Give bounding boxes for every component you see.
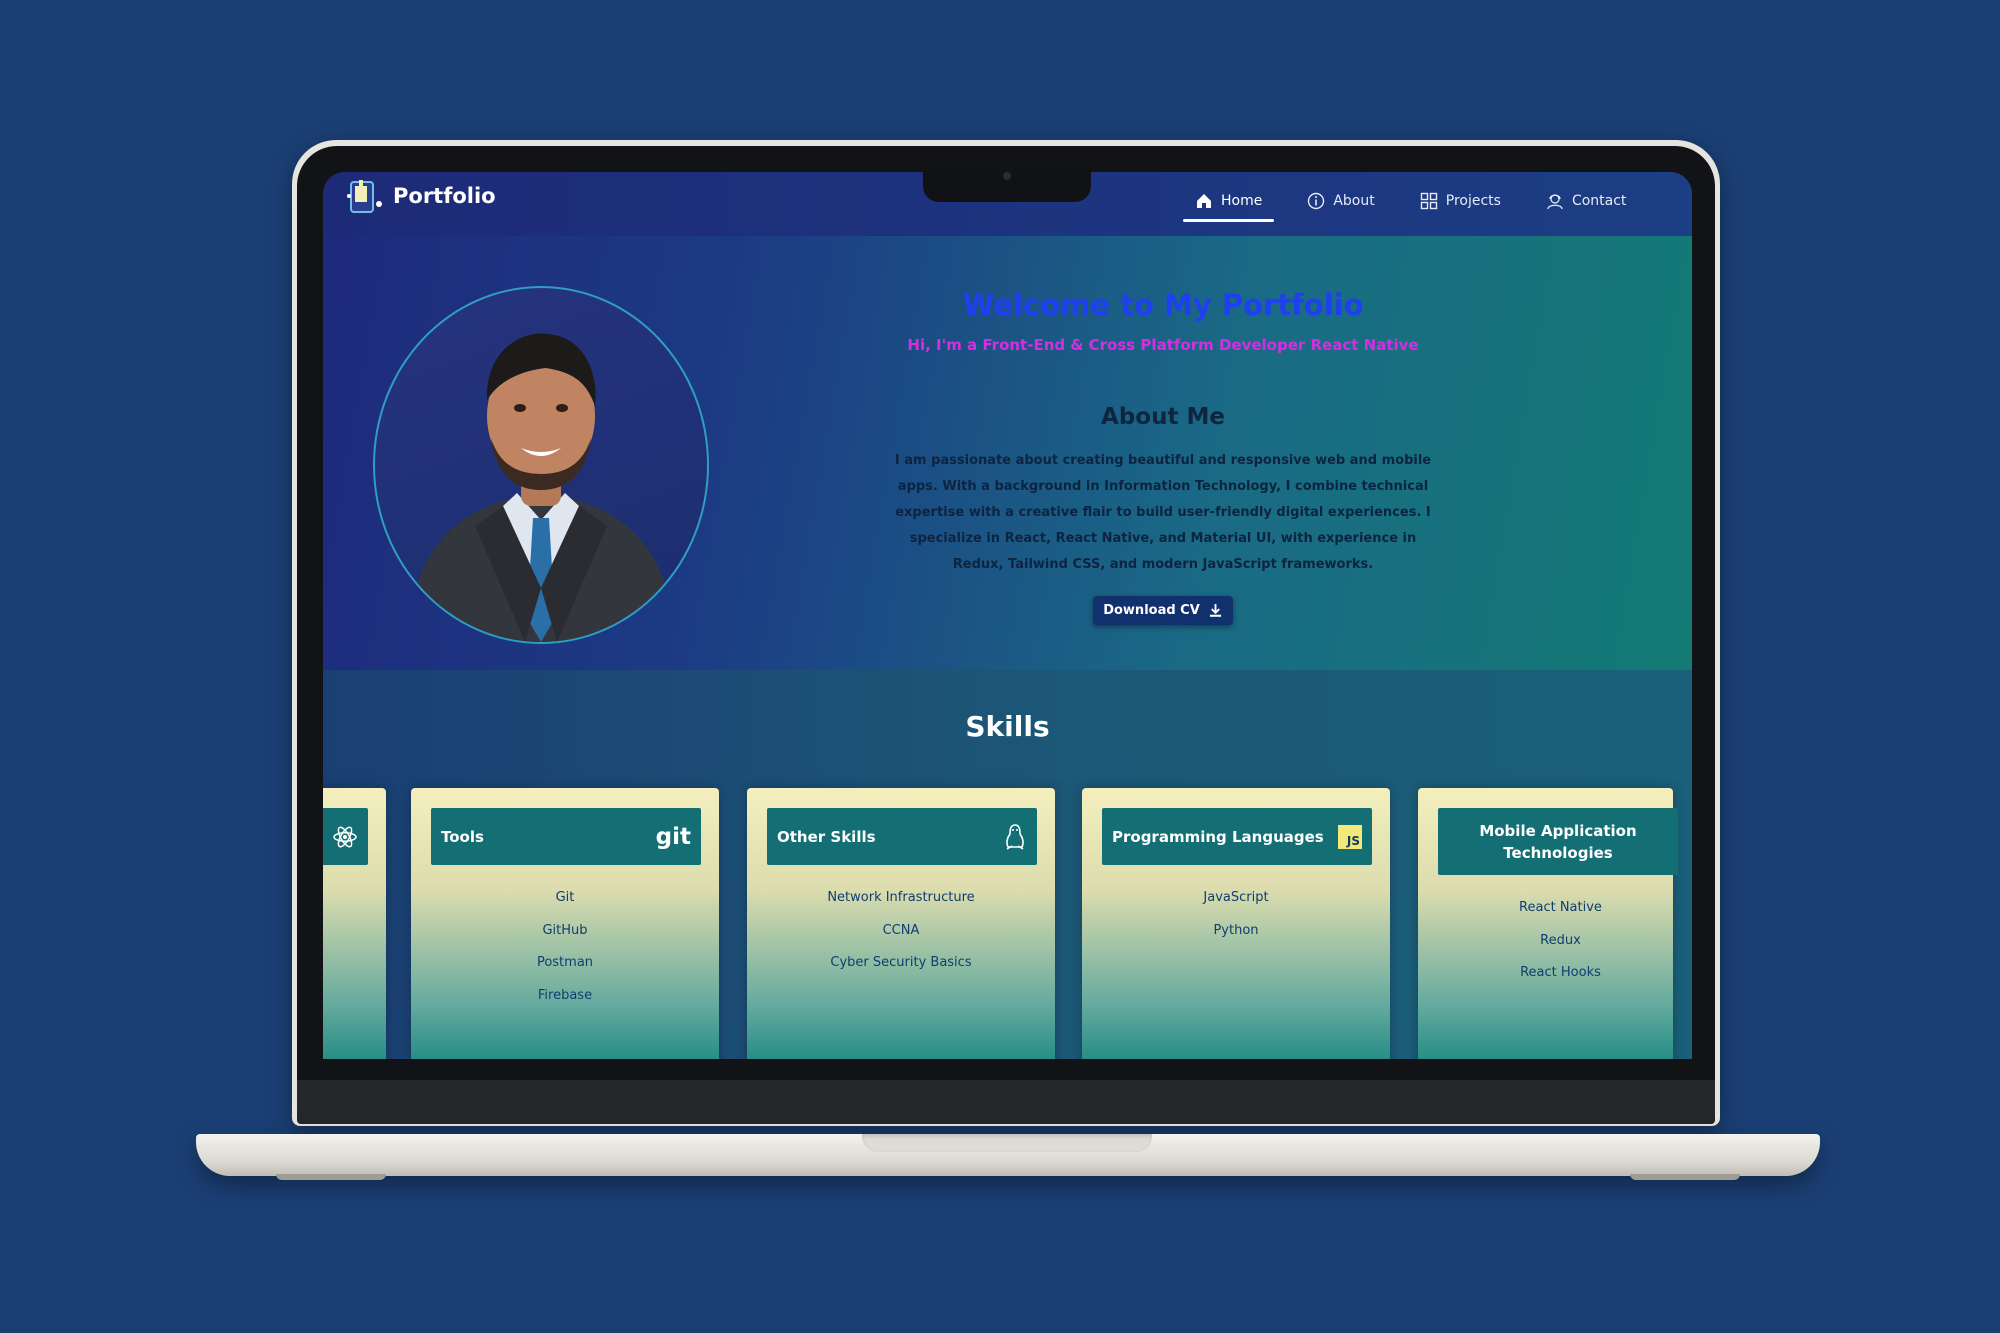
skill-card-title: Mobile Application Technologies (1479, 821, 1637, 862)
contact-icon (1547, 194, 1563, 210)
grid-icon (1420, 192, 1437, 210)
laptop-screen: Portfolio Home About Projects Contact We… (323, 172, 1692, 1059)
hero-text: Welcome to My Portfolio Hi, I'm a Front-… (883, 288, 1443, 625)
skill-card-header: Mobile Application Technologies (1438, 808, 1678, 875)
skill-item: Postman (536, 955, 594, 970)
hero-title: Welcome to My Portfolio (962, 288, 1364, 322)
skill-card-partial[interactable] (323, 788, 386, 1059)
skill-card-header: Tools git (431, 808, 701, 865)
skill-item: CCNA (882, 922, 920, 938)
info-icon (1308, 192, 1325, 210)
download-cv-button[interactable]: Download CV (1093, 596, 1233, 625)
skill-list: Git GitHub Postman Firebase (411, 882, 719, 1012)
skill-item: Redux (1540, 932, 1581, 948)
camera-icon (1003, 172, 1011, 180)
skill-card-title: Tools (441, 827, 484, 846)
skill-card-mobile-app-tech[interactable]: Mobile Application Technologies React Na… (1418, 788, 1678, 1059)
react-icon (333, 825, 357, 848)
skill-item: GitHub (542, 922, 588, 938)
logo-text: Portfolio (393, 184, 496, 208)
nav-projects[interactable]: Projects (1408, 184, 1513, 218)
hero-subtitle: Hi, I'm a Front-End & Cross Platform Dev… (907, 336, 1419, 354)
profile-photo (373, 286, 709, 644)
laptop-foot (276, 1174, 386, 1180)
skill-list: Network Infrastructure CCNA Cyber Securi… (747, 882, 1055, 980)
main-nav: Home About Projects Contact (1183, 184, 1659, 222)
nav-contact[interactable]: Contact (1534, 184, 1638, 218)
skill-card-title: Other Skills (777, 827, 876, 846)
skill-item: Cyber Security Basics (830, 955, 972, 970)
hero-section: Welcome to My Portfolio Hi, I'm a Front-… (323, 236, 1692, 670)
skill-card-header: Other Skills (767, 808, 1037, 865)
site-logo[interactable]: Portfolio (345, 176, 496, 216)
nav-contact-label: Contact (1571, 193, 1627, 209)
nav-projects-label: Projects (1445, 193, 1501, 209)
home-icon (1197, 194, 1211, 208)
skill-card-other-skills[interactable]: Other Skills Network Infrastructure CCNA… (747, 788, 1055, 1059)
download-cv-label: Download CV (1103, 603, 1200, 618)
person-portrait-icon (405, 333, 677, 642)
linux-icon (1006, 823, 1024, 850)
skill-list: React Native Redux React Hooks (1418, 892, 1673, 990)
about-heading: About Me (1101, 404, 1225, 430)
skill-item: Firebase (537, 987, 593, 1003)
skills-title: Skills (965, 710, 1050, 743)
skill-item: Git (555, 890, 575, 905)
skills-section: Skills Tools git Git GitHub Postman Fire… (323, 670, 1692, 1059)
skill-item: Network Infrastructure (827, 890, 975, 905)
git-logo-icon: git (655, 823, 691, 850)
javascript-logo-icon: JS (1338, 824, 1362, 849)
skill-item: React Native (1519, 900, 1602, 915)
nav-home-label: Home (1221, 193, 1263, 209)
skill-item: Python (1213, 922, 1259, 938)
skill-card-header: Programming Languages JS (1102, 808, 1372, 865)
about-paragraph: I am passionate about creating beautiful… (894, 453, 1432, 572)
skill-card-title: Programming Languages (1112, 827, 1324, 846)
laptop-opening-notch (862, 1134, 1152, 1152)
laptop-bezel-chin (297, 1080, 1715, 1124)
skill-item: JavaScript (1203, 890, 1269, 905)
skill-card-tools[interactable]: Tools git Git GitHub Postman Firebase (411, 788, 719, 1059)
skill-item: React Hooks (1520, 965, 1601, 980)
skill-card-programming-languages[interactable]: Programming Languages JS JavaScript Pyth… (1082, 788, 1390, 1059)
portfolio-logo-icon (347, 180, 382, 213)
nav-about[interactable]: About (1295, 184, 1386, 218)
download-icon (1209, 603, 1221, 617)
camera-notch (923, 170, 1091, 202)
laptop-foot (1630, 1174, 1740, 1180)
skill-card-header (323, 808, 368, 865)
nav-about-label: About (1333, 193, 1375, 209)
nav-home[interactable]: Home (1183, 184, 1275, 222)
skill-list: JavaScript Python (1082, 882, 1390, 947)
